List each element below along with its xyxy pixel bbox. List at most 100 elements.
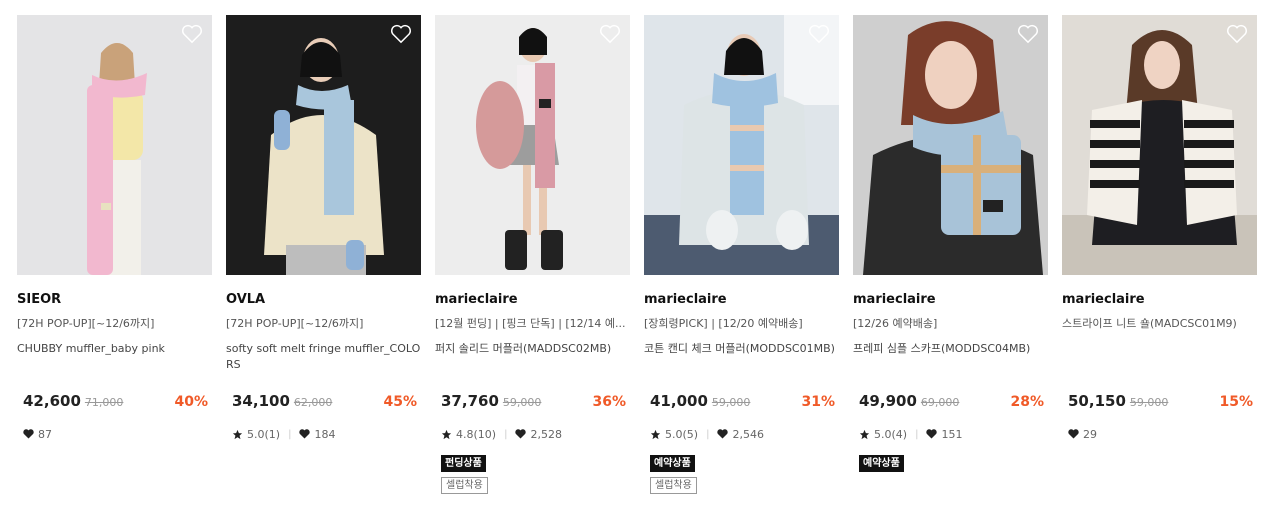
product-subtitle: [장희령PICK] | [12/20 예약배송] bbox=[644, 317, 803, 330]
celeb-badge: 셀럽착용 bbox=[650, 477, 697, 494]
product-card[interactable]: SIEOR [72H POP-UP][~12/6까지] CHUBBY muffl… bbox=[17, 15, 212, 441]
original-price: 71,000 bbox=[84, 396, 124, 409]
discount-rate: 28% bbox=[1010, 394, 1044, 410]
product-name[interactable]: softy soft melt fringe muffler_COLORS bbox=[226, 341, 421, 375]
product-name[interactable]: 프레피 심플 스카프(MODDSC04MB) bbox=[853, 341, 1048, 375]
heart-filled-icon bbox=[717, 429, 729, 439]
rating: 5.0(4) bbox=[874, 427, 908, 441]
product-meta: 29 bbox=[1068, 427, 1097, 441]
product-meta: 5.0(5) | 2,546 bbox=[650, 427, 764, 441]
wishlist-heart-icon[interactable] bbox=[1017, 24, 1039, 44]
product-name[interactable]: CHUBBY muffler_baby pink bbox=[17, 341, 212, 375]
wishlist-heart-icon[interactable] bbox=[599, 24, 621, 44]
celeb-badge: 셀럽착용 bbox=[441, 477, 488, 494]
like-count: 2,546 bbox=[732, 427, 764, 441]
product-photo bbox=[853, 15, 1048, 275]
price-row: 50,150 59,000 15% bbox=[1068, 392, 1253, 410]
divider: | bbox=[504, 428, 508, 440]
original-price: 59,000 bbox=[1129, 396, 1169, 409]
heart-filled-icon bbox=[299, 429, 311, 439]
product-subtitle: [72H POP-UP][~12/6까지] bbox=[226, 317, 364, 330]
like-count: 87 bbox=[38, 427, 52, 441]
product-image[interactable] bbox=[1062, 15, 1257, 275]
rating: 5.0(1) bbox=[247, 427, 281, 441]
discount-rate: 40% bbox=[174, 394, 208, 410]
product-card[interactable]: marieclaire 스트라이프 니트 숄(MADCSC01M9) 50,15… bbox=[1062, 15, 1257, 441]
product-name[interactable]: 퍼지 솔리드 머플러(MADDSC02MB) bbox=[435, 341, 630, 375]
product-name[interactable]: 코튼 캔디 체크 머플러(MODDSC01MB) bbox=[644, 341, 839, 375]
sale-price: 41,000 bbox=[650, 392, 708, 410]
product-image[interactable] bbox=[435, 15, 630, 275]
product-photo bbox=[226, 15, 421, 275]
original-price: 69,000 bbox=[920, 396, 960, 409]
original-price: 59,000 bbox=[502, 396, 542, 409]
product-tags: 펀딩상품 셀럽착용 bbox=[441, 451, 488, 494]
product-card[interactable]: marieclaire [12월 펀딩] | [핑크 단독] | [12/14 … bbox=[435, 15, 630, 494]
wishlist-heart-icon[interactable] bbox=[1226, 24, 1248, 44]
divider: | bbox=[915, 428, 919, 440]
price-row: 41,000 59,000 31% bbox=[650, 392, 835, 410]
discount-rate: 45% bbox=[383, 394, 417, 410]
product-tags: 예약상품 셀럽착용 bbox=[650, 451, 697, 494]
discount-rate: 36% bbox=[592, 394, 626, 410]
product-photo bbox=[644, 15, 839, 275]
product-image[interactable] bbox=[226, 15, 421, 275]
price-row: 49,900 69,000 28% bbox=[859, 392, 1044, 410]
heart-filled-icon bbox=[926, 429, 938, 439]
divider: | bbox=[706, 428, 710, 440]
like-count: 29 bbox=[1083, 427, 1097, 441]
product-grid: SIEOR [72H POP-UP][~12/6까지] CHUBBY muffl… bbox=[17, 15, 1257, 494]
price-row: 34,100 62,000 45% bbox=[232, 392, 417, 410]
heart-filled-icon bbox=[23, 429, 34, 439]
star-icon bbox=[441, 429, 452, 439]
product-card[interactable]: OVLA [72H POP-UP][~12/6까지] softy soft me… bbox=[226, 15, 421, 441]
original-price: 62,000 bbox=[293, 396, 333, 409]
preorder-badge: 예약상품 bbox=[859, 455, 904, 472]
like-count: 2,528 bbox=[530, 427, 562, 441]
product-meta: 5.0(1) | 184 bbox=[232, 427, 335, 441]
product-meta: 4.8(10) | 2,528 bbox=[441, 427, 562, 441]
divider: | bbox=[288, 428, 292, 440]
sale-price: 49,900 bbox=[859, 392, 917, 410]
brand-name[interactable]: SIEOR bbox=[17, 292, 212, 308]
like-count: 184 bbox=[314, 427, 336, 441]
product-card[interactable]: marieclaire [12/26 예약배송] 프레피 심플 스카프(MODD… bbox=[853, 15, 1048, 472]
product-image[interactable] bbox=[853, 15, 1048, 275]
discount-rate: 31% bbox=[801, 394, 835, 410]
product-subtitle: [12월 펀딩] | [핑크 단독] | [12/14 예... bbox=[435, 317, 626, 330]
product-meta: 87 bbox=[23, 427, 52, 441]
star-icon bbox=[232, 429, 243, 439]
original-price: 59,000 bbox=[711, 396, 751, 409]
preorder-badge: 예약상품 bbox=[650, 455, 695, 472]
product-photo bbox=[435, 15, 630, 275]
funding-badge: 펀딩상품 bbox=[441, 455, 486, 472]
like-count: 151 bbox=[941, 427, 963, 441]
product-tags: 예약상품 bbox=[859, 451, 904, 472]
product-subtitle: [12/26 예약배송] bbox=[853, 317, 938, 330]
wishlist-heart-icon[interactable] bbox=[181, 24, 203, 44]
heart-filled-icon bbox=[515, 429, 527, 439]
brand-name[interactable]: OVLA bbox=[226, 292, 421, 308]
product-card[interactable]: marieclaire [장희령PICK] | [12/20 예약배송] 코튼 … bbox=[644, 15, 839, 494]
brand-name[interactable]: marieclaire bbox=[644, 292, 839, 308]
product-subtitle: [72H POP-UP][~12/6까지] bbox=[17, 317, 155, 330]
heart-filled-icon bbox=[1068, 429, 1079, 439]
product-meta: 5.0(4) | 151 bbox=[859, 427, 962, 441]
brand-name[interactable]: marieclaire bbox=[853, 292, 1048, 308]
sale-price: 37,760 bbox=[441, 392, 499, 410]
sale-price: 34,100 bbox=[232, 392, 290, 410]
sale-price: 50,150 bbox=[1068, 392, 1126, 410]
wishlist-heart-icon[interactable] bbox=[390, 24, 412, 44]
product-image[interactable] bbox=[644, 15, 839, 275]
product-image[interactable] bbox=[17, 15, 212, 275]
brand-name[interactable]: marieclaire bbox=[435, 292, 630, 308]
brand-name[interactable]: marieclaire bbox=[1062, 292, 1257, 308]
product-photo bbox=[17, 15, 212, 275]
star-icon bbox=[650, 429, 661, 439]
star-icon bbox=[859, 429, 870, 439]
product-subtitle: 스트라이프 니트 숄(MADCSC01M9) bbox=[1062, 317, 1237, 330]
discount-rate: 15% bbox=[1219, 394, 1253, 410]
wishlist-heart-icon[interactable] bbox=[808, 24, 830, 44]
rating: 4.8(10) bbox=[456, 427, 497, 441]
product-photo bbox=[1062, 15, 1257, 275]
